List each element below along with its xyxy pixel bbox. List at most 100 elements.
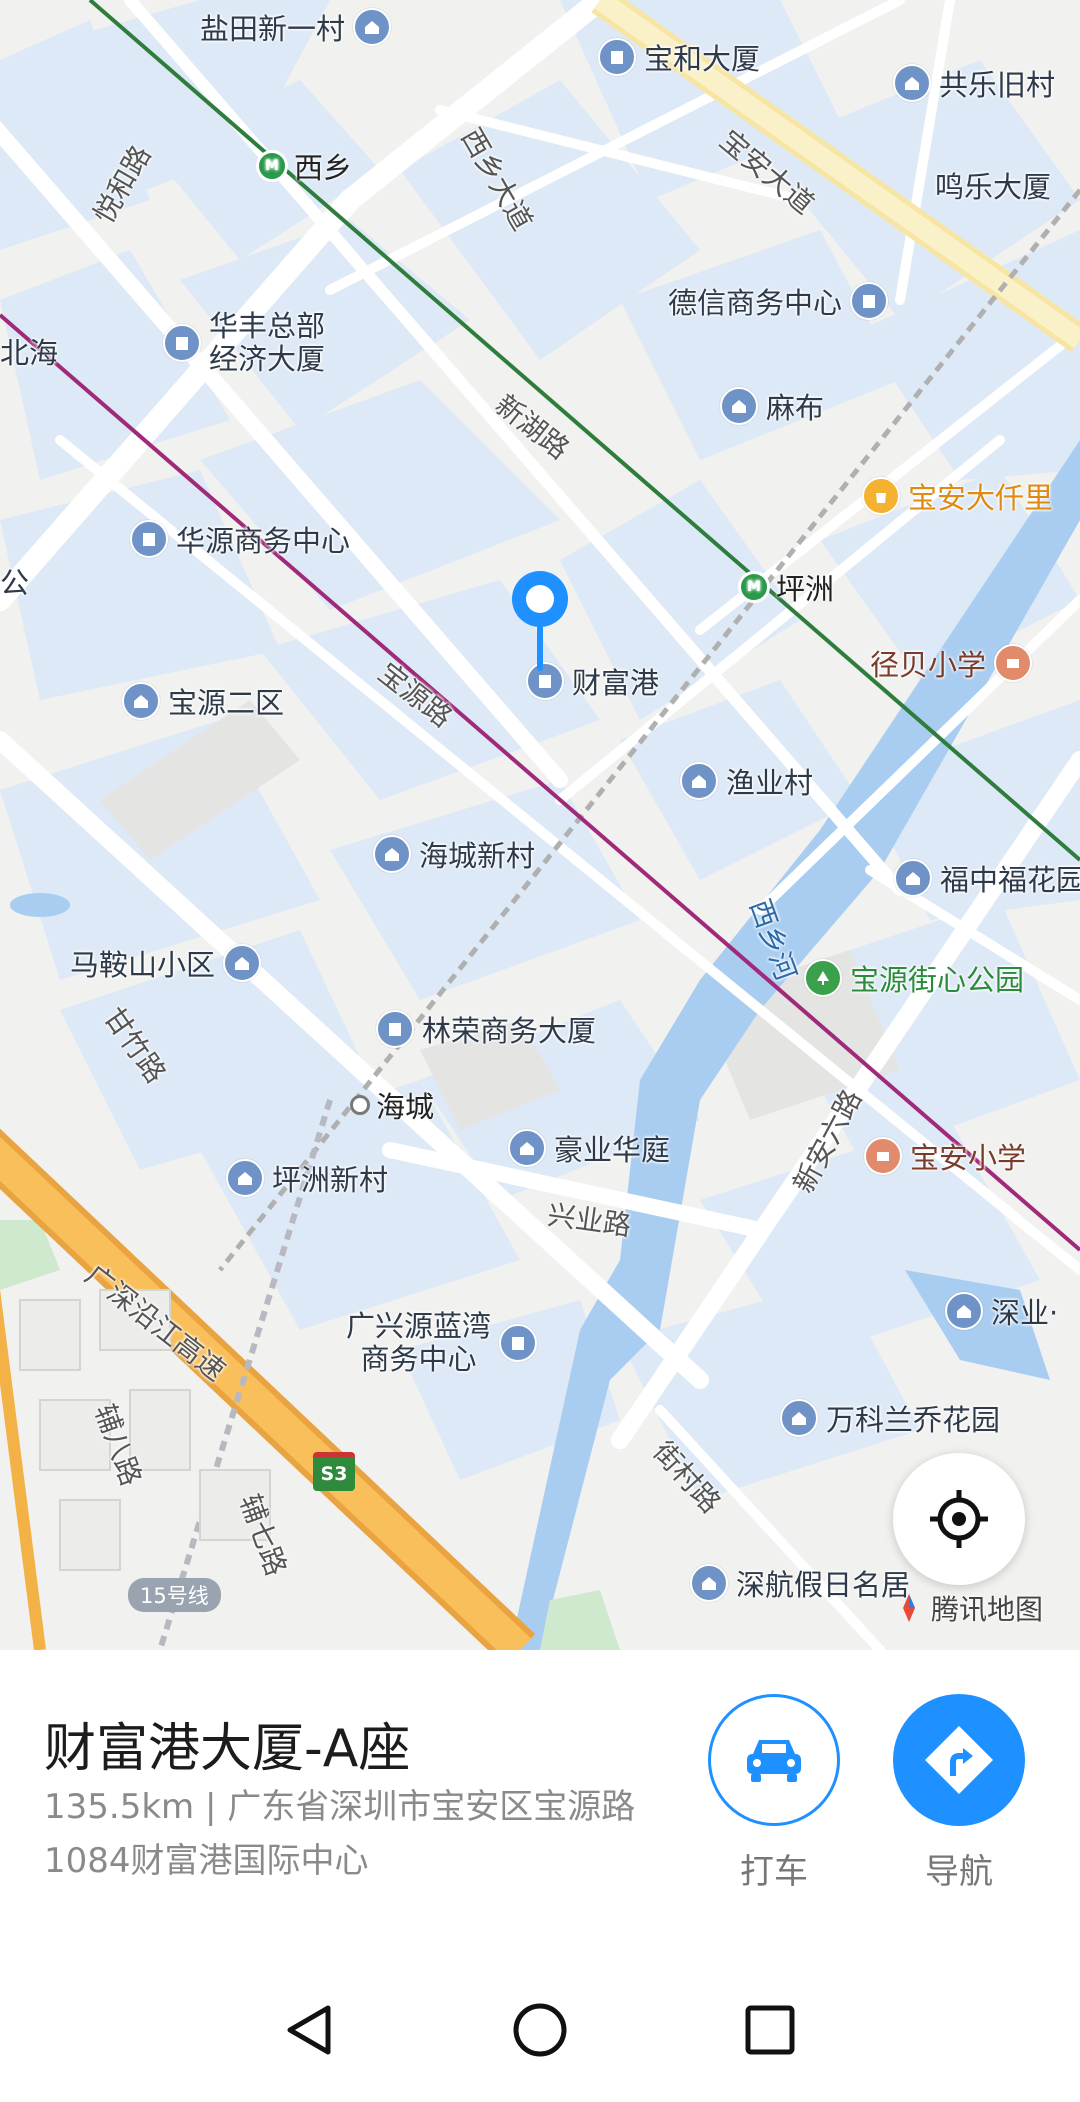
residential-icon bbox=[353, 8, 392, 46]
poi-label: 宝源二区 bbox=[168, 686, 285, 720]
map-brand: 腾讯地图 bbox=[893, 1588, 1043, 1628]
poi-jingbei[interactable]: 径贝小学 bbox=[870, 642, 1033, 684]
poi-label-line1: 华丰总部 bbox=[209, 309, 326, 343]
poi-yantian[interactable]: 盐田新一村 bbox=[200, 6, 392, 48]
metro-icon: M bbox=[256, 150, 288, 182]
compass-logo-icon bbox=[903, 1594, 915, 1622]
poi-pingzhou-new[interactable]: 坪洲新村 bbox=[226, 1157, 388, 1199]
poi-dong-left[interactable]: 公 bbox=[0, 560, 29, 602]
place-detail-panel: 财富港大厦-A座 135.5km | 广东省深圳市宝安区宝源路1084财富港国际… bbox=[0, 1650, 1080, 1950]
metro-station-pingzhou[interactable]: M 坪洲 bbox=[738, 566, 834, 608]
place-title: 财富港大厦-A座 bbox=[44, 1719, 411, 1779]
location-pin-icon[interactable] bbox=[505, 567, 575, 677]
taxi-label: 打车 bbox=[740, 1852, 808, 1892]
back-icon[interactable] bbox=[280, 2000, 340, 2060]
poi-label: 林荣商务大厦 bbox=[422, 1014, 597, 1048]
poi-label: 麻布 bbox=[766, 391, 825, 425]
poi-gongle[interactable]: 共乐旧村 bbox=[893, 62, 1055, 104]
poi-label: 宝源街心公园 bbox=[850, 963, 1025, 997]
residential-icon bbox=[226, 1159, 264, 1197]
residential-icon bbox=[373, 835, 411, 873]
poi-haicheng-new[interactable]: 海城新村 bbox=[373, 833, 535, 875]
poi-dexin[interactable]: 德信商务中心 bbox=[668, 280, 889, 322]
poi-mingle[interactable]: 鸣乐大厦 bbox=[935, 164, 1051, 206]
poi-beihai[interactable]: 北海 bbox=[0, 330, 58, 372]
poi-huafeng[interactable]: 华丰总部 经济大厦 bbox=[163, 310, 325, 376]
poi-label: 宝安大仟里 bbox=[908, 481, 1054, 515]
taxi-action[interactable]: 打车 bbox=[708, 1694, 840, 1893]
poi-shenye[interactable]: 深业· bbox=[945, 1290, 1058, 1332]
residential-icon bbox=[945, 1292, 983, 1330]
poi-fuzhong[interactable]: 福中福花园 bbox=[894, 857, 1080, 899]
system-nav-bar bbox=[0, 1950, 1080, 2102]
poi-linrong[interactable]: 林荣商务大厦 bbox=[376, 1008, 596, 1050]
building-icon bbox=[163, 324, 201, 362]
home-icon[interactable] bbox=[510, 2000, 570, 2060]
metro-line-tag: 15号线 bbox=[128, 1578, 221, 1612]
residential-icon bbox=[690, 1564, 728, 1602]
poi-vanke[interactable]: 万科兰乔花园 bbox=[780, 1397, 1000, 1439]
poi-label: 万科兰乔花园 bbox=[826, 1403, 1001, 1437]
residential-icon bbox=[680, 762, 718, 800]
poi-label: 径贝小学 bbox=[870, 648, 987, 682]
poi-label: 坪洲新村 bbox=[272, 1163, 389, 1197]
poi-maanshan[interactable]: 马鞍山小区 bbox=[70, 942, 262, 984]
poi-huayuan[interactable]: 华源商务中心 bbox=[130, 518, 350, 560]
poi-label: 福中福花园 bbox=[940, 863, 1080, 897]
building-icon bbox=[376, 1010, 414, 1048]
poi-guangxing[interactable]: 广兴源蓝湾 商务中心 bbox=[346, 1310, 538, 1376]
building-icon bbox=[130, 520, 168, 558]
recents-icon[interactable] bbox=[740, 2000, 800, 2060]
metro-icon: M bbox=[738, 571, 770, 603]
poi-label: 德信商务中心 bbox=[668, 286, 843, 320]
poi-baohe[interactable]: 宝和大厦 bbox=[598, 36, 760, 78]
poi-label-line2: 商务中心 bbox=[360, 1342, 477, 1376]
poi-label: 鸣乐大厦 bbox=[935, 170, 1052, 204]
poi-label-line2: 经济大厦 bbox=[209, 342, 326, 376]
poi-baoyuan-park[interactable]: 宝源街心公园 bbox=[804, 957, 1024, 999]
poi-label: 宝和大厦 bbox=[644, 42, 761, 76]
navigate-label: 导航 bbox=[925, 1852, 993, 1892]
poi-baoan-school[interactable]: 宝安小学 bbox=[864, 1135, 1026, 1177]
place-address: 135.5km | 广东省深圳市宝安区宝源路1084财富港国际中心 bbox=[44, 1787, 636, 1881]
poi-label: 豪业华庭 bbox=[554, 1133, 671, 1167]
highway-shield: S3 bbox=[313, 1452, 355, 1491]
poi-label: 广兴源蓝湾 商务中心 bbox=[346, 1310, 491, 1376]
poi-qianli[interactable]: 宝安大仟里 bbox=[862, 475, 1053, 517]
metro-station-xixiang[interactable]: M 西乡 bbox=[256, 145, 352, 187]
poi-label: 华丰总部 经济大厦 bbox=[209, 310, 325, 376]
metro-station-haicheng[interactable]: 海城 bbox=[350, 1084, 434, 1126]
locate-me-button[interactable] bbox=[893, 1453, 1025, 1585]
building-icon bbox=[499, 1324, 538, 1362]
poi-shenhang[interactable]: 深航假日名居 bbox=[690, 1562, 910, 1604]
station-label: 海城 bbox=[376, 1090, 435, 1124]
residential-icon bbox=[780, 1399, 818, 1437]
navigate-button[interactable] bbox=[893, 1694, 1025, 1826]
poi-baoyuan2[interactable]: 宝源二区 bbox=[122, 680, 284, 722]
station-dot-icon bbox=[350, 1095, 370, 1115]
map-view[interactable]: 盐田新一村 宝和大厦 共乐旧村 鸣乐大厦 德信商务中心 华丰总部 经济大厦 北海… bbox=[0, 0, 1080, 1650]
poi-label: 共乐旧村 bbox=[939, 68, 1056, 102]
car-icon bbox=[747, 1740, 801, 1782]
station-label: 西乡 bbox=[294, 151, 353, 185]
poi-label: 宝安小学 bbox=[910, 1141, 1027, 1175]
residential-icon bbox=[720, 387, 758, 425]
brand-label: 腾讯地图 bbox=[931, 1593, 1044, 1626]
taxi-button[interactable] bbox=[708, 1694, 840, 1826]
school-icon bbox=[994, 644, 1033, 682]
poi-label: 北海 bbox=[0, 336, 59, 370]
poi-label: 盐田新一村 bbox=[200, 12, 346, 46]
poi-mabu[interactable]: 麻布 bbox=[720, 385, 824, 427]
shopping-icon bbox=[862, 477, 900, 515]
residential-icon bbox=[894, 859, 932, 897]
poi-label: 华源商务中心 bbox=[176, 524, 351, 558]
poi-yuye[interactable]: 渔业村 bbox=[680, 760, 813, 802]
station-label: 坪洲 bbox=[776, 572, 835, 606]
poi-label: 海城新村 bbox=[419, 839, 536, 873]
residential-icon bbox=[122, 682, 160, 720]
poi-haoye[interactable]: 豪业华庭 bbox=[508, 1127, 670, 1169]
building-icon bbox=[598, 38, 636, 76]
poi-label: 马鞍山小区 bbox=[70, 948, 216, 982]
residential-icon bbox=[223, 944, 262, 982]
navigate-action[interactable]: 导航 bbox=[893, 1694, 1025, 1893]
